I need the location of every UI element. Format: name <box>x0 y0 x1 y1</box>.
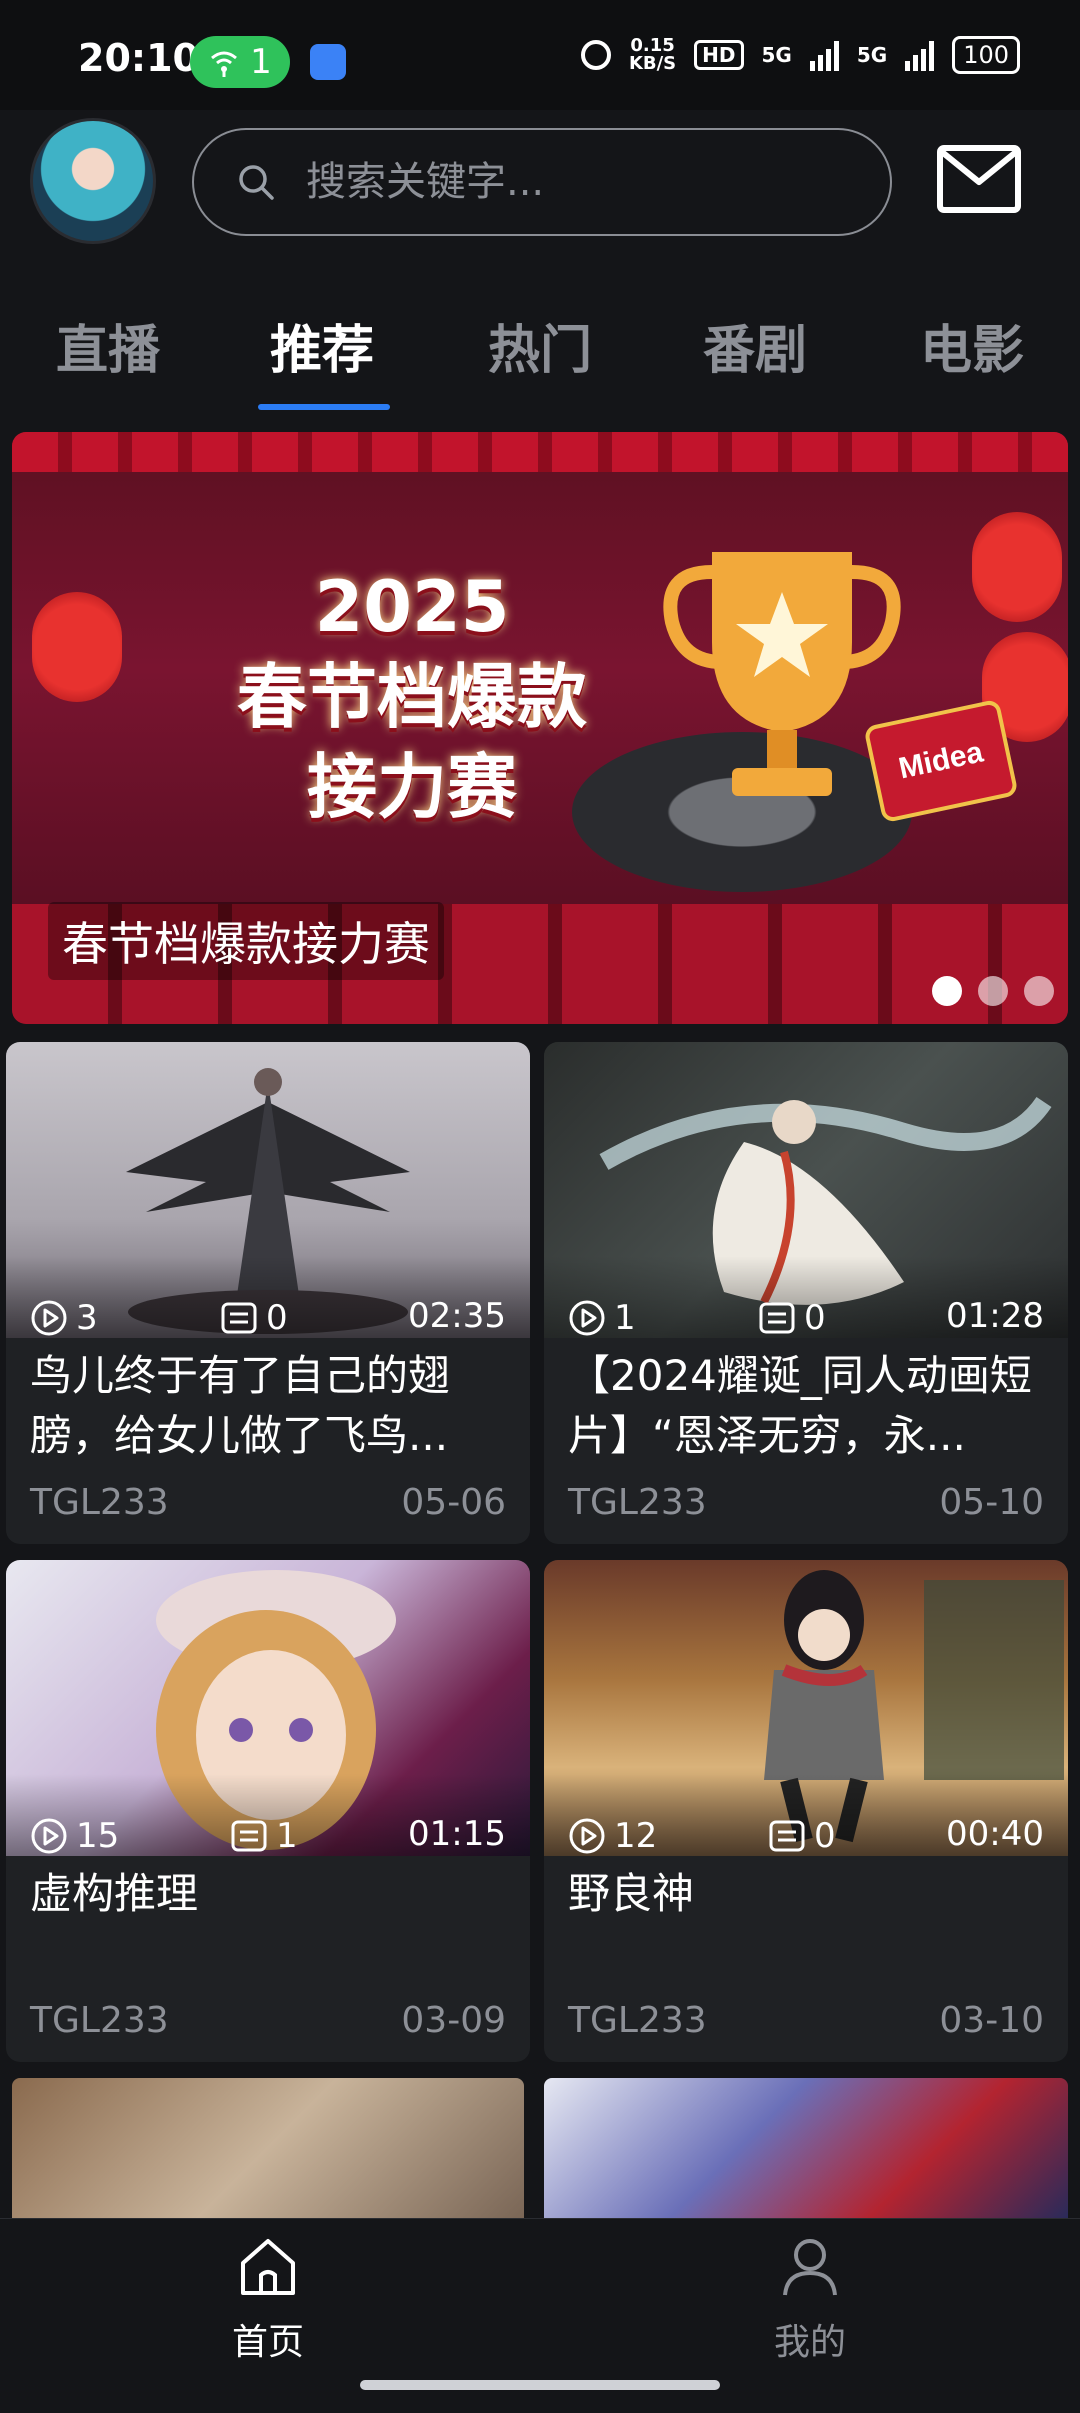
status-time: 20:10 <box>78 36 199 80</box>
play-count: 12 <box>568 1816 657 1856</box>
play-count: 15 <box>30 1816 119 1856</box>
banner-art-year: 2025 <box>314 566 510 648</box>
comment-count-value: 1 <box>276 1816 298 1856</box>
net-speed: 0.15 KB/S <box>629 37 676 73</box>
active-tab-indicator <box>258 404 390 410</box>
comment-count: 0 <box>768 1816 836 1856</box>
comment-count: 1 <box>230 1816 298 1856</box>
video-duration: 02:35 <box>408 1296 506 1336</box>
user-icon <box>783 2239 837 2296</box>
search-input[interactable] <box>304 158 828 206</box>
pagination-dot[interactable] <box>1024 976 1054 1006</box>
banner-caption: 春节档爆款接力赛 <box>48 902 444 980</box>
nav-home-label: 首页 <box>231 2322 304 2363</box>
hd-voice-icon: HD <box>694 40 744 70</box>
video-card-partial[interactable] <box>544 2078 1068 2218</box>
status-right-group: 0.15 KB/S HD 5G 5G 100 <box>580 36 1020 74</box>
android-notification-icon <box>310 44 346 80</box>
pagination-dot[interactable] <box>932 976 962 1006</box>
net-speed-unit: KB/S <box>628 53 677 74</box>
video-card[interactable]: 3 0 02:35 鸟儿终于有了自己的翅膀，给女儿做了飞鸟... TGL233 … <box>6 1042 530 1544</box>
video-author[interactable]: TGL233 <box>568 2000 707 2041</box>
video-title: 鸟儿终于有了自己的翅膀，给女儿做了飞鸟... <box>30 1351 451 1460</box>
video-date: 03-09 <box>401 2000 506 2041</box>
comment-count-value: 0 <box>266 1298 288 1338</box>
nav-me[interactable]: 我的 <box>710 2231 910 2365</box>
video-title: 野良神 <box>568 1869 695 1918</box>
comment-count-value: 0 <box>804 1298 826 1338</box>
video-card[interactable]: 15 1 01:15 虚构推理 TGL233 03-09 <box>6 1560 530 2062</box>
search-bar[interactable] <box>192 128 892 236</box>
video-author[interactable]: TGL233 <box>30 2000 169 2041</box>
wifi-hotspot-icon <box>211 51 238 77</box>
alarm-icon <box>580 40 611 70</box>
home-icon <box>241 2239 295 2295</box>
video-title: 虚构推理 <box>30 1869 199 1918</box>
pagination-dot[interactable] <box>978 976 1008 1006</box>
comment-icon <box>769 1820 805 1852</box>
nav-home[interactable]: 首页 <box>168 2231 368 2365</box>
comment-count-value: 0 <box>814 1816 836 1856</box>
gesture-home-bar[interactable] <box>360 2380 720 2390</box>
comment-count: 0 <box>758 1298 826 1338</box>
play-count: 3 <box>30 1298 98 1338</box>
video-date: 05-10 <box>939 1482 1044 1523</box>
video-author[interactable]: TGL233 <box>30 1482 169 1523</box>
banner-art-title: 2025 春节档爆款 接力赛 <box>182 562 642 832</box>
video-date: 05-06 <box>401 1482 506 1523</box>
video-duration: 01:28 <box>946 1296 1044 1336</box>
comment-icon <box>759 1302 795 1334</box>
lantern-decoration <box>32 592 122 702</box>
banner-art-line2: 春节档爆款 <box>237 656 587 738</box>
play-count-value: 1 <box>614 1298 636 1338</box>
video-duration: 01:15 <box>408 1814 506 1854</box>
play-circle-icon <box>31 1818 67 1854</box>
play-circle-icon <box>569 1818 605 1854</box>
tab-anime[interactable]: 番剧 <box>703 308 807 383</box>
network-type-1: 5G <box>761 43 792 67</box>
stage-curtain <box>12 432 1068 472</box>
tab-movies[interactable]: 电影 <box>920 308 1024 383</box>
hotspot-count: 1 <box>250 42 272 82</box>
video-card[interactable]: 12 0 00:40 野良神 TGL233 03-10 <box>544 1560 1068 2062</box>
nav-me-label: 我的 <box>773 2322 846 2363</box>
play-circle-icon <box>31 1300 67 1336</box>
signal-strength-icon-2 <box>905 39 935 71</box>
play-count-value: 3 <box>76 1298 98 1338</box>
video-card[interactable]: 1 0 01:28 【2024耀诞_同人动画短片】“恩泽无穷，永... TGL2… <box>544 1042 1068 1544</box>
hotspot-indicator: 1 <box>190 36 290 88</box>
tab-live[interactable]: 直播 <box>56 308 160 383</box>
play-circle-icon <box>569 1300 605 1336</box>
video-card-partial[interactable] <box>12 2078 524 2218</box>
video-title: 【2024耀诞_同人动画短片】“恩泽无穷，永... <box>568 1351 1032 1460</box>
mail-icon[interactable] <box>936 144 1022 214</box>
play-count-value: 15 <box>76 1816 120 1856</box>
user-avatar[interactable] <box>30 118 156 244</box>
signal-strength-icon <box>809 39 839 71</box>
battery-icon: 100 <box>952 36 1020 74</box>
comment-icon <box>221 1302 257 1334</box>
network-type-2: 5G <box>856 43 888 67</box>
comment-count: 0 <box>220 1298 288 1338</box>
video-duration: 00:40 <box>946 1814 1044 1854</box>
video-date: 03-10 <box>939 2000 1044 2041</box>
search-icon <box>239 165 274 200</box>
lantern-decoration <box>972 512 1062 622</box>
play-count-value: 12 <box>614 1816 658 1856</box>
banner-pagination <box>932 976 1054 1006</box>
category-tabs: 直播 推荐 热门 番剧 电影 <box>0 290 1080 410</box>
trophy-icon <box>663 552 901 796</box>
video-author[interactable]: TGL233 <box>568 1482 707 1523</box>
play-count: 1 <box>568 1298 636 1338</box>
promo-banner[interactable]: 2025 春节档爆款 接力赛 Midea 春节档爆款接力赛 <box>12 432 1068 1024</box>
tab-recommended[interactable]: 推荐 <box>270 308 374 383</box>
tab-popular[interactable]: 热门 <box>488 308 592 383</box>
comment-icon <box>231 1820 267 1852</box>
status-bar: 20:10 1 0.15 KB/S HD 5G 5G 100 <box>0 0 1080 110</box>
